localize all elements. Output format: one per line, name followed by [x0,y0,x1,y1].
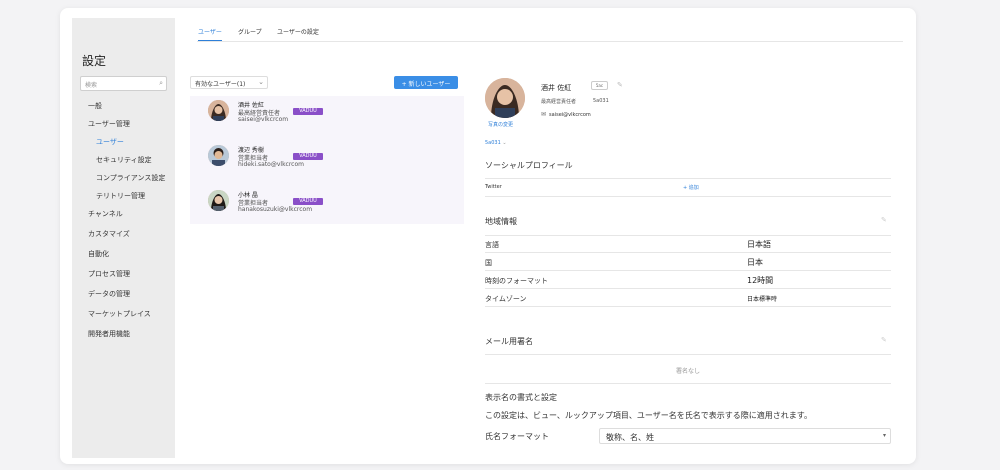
tab-user-settings[interactable]: ユーザーの設定 [277,27,319,36]
name-format-label: 氏名フォーマット [485,432,549,441]
divider [485,383,891,384]
new-user-button[interactable]: + 新しいユーザー [394,76,458,89]
detail-user-id: 5a031 [593,98,609,104]
locale-value-language: 日本語 [747,240,771,249]
sidebar-item-channels[interactable]: チャンネル [88,209,123,219]
edit-icon[interactable]: ✎ [881,336,887,344]
status-badge: VADUU [293,153,323,160]
settings-card: 設定 検索 ⌕ 一般 ユーザー管理 ユーザー セキュリティ設定 コンプライアンス… [60,8,916,464]
user-filter-dropdown[interactable]: 有効なユーザー(1) ⌄ [190,76,268,89]
signature-title: メール用署名 [485,337,533,346]
sidebar-item-territory[interactable]: テリトリー管理 [96,191,145,201]
user-detail-panel: 写真の変更 酒井 佐紅 5ac ✎ 最高経営責任者 5a031 ✉ saisei@… [485,78,905,458]
avatar[interactable] [485,78,525,118]
user-email: hideki.sato@vlkcrcom [238,161,304,168]
edit-icon[interactable]: ✎ [881,216,887,224]
filter-label: 有効なユーザー(1) [195,81,246,88]
tab-groups[interactable]: グループ [238,27,262,36]
sidebar-item-general[interactable]: 一般 [88,101,102,111]
user-list: 酒井 佐紅 最高経営責任者 VADUU saisei@vlkcrcom 渡辺 秀… [190,96,464,224]
search-placeholder: 検索 [85,82,98,89]
name-format-description: この設定は、ビュー、ルックアップ項目、ユーザー名を氏名で表示する際に適用されます… [485,411,812,420]
sidebar-item-users[interactable]: ユーザー [96,137,124,147]
social-profile-title: ソーシャルプロフィール [485,161,573,170]
sidebar-item-marketplace[interactable]: マーケットプレイス [88,309,151,319]
search-icon: ⌕ [159,79,163,87]
divider [485,252,891,253]
mail-icon: ✉ [541,111,547,118]
avatar [208,145,229,166]
sidebar-item-data[interactable]: データの管理 [88,289,130,299]
chevron-down-icon: ⌄ [258,78,264,86]
name-format-title: 表示名の書式と設定 [485,393,557,402]
status-badge: VADUU [293,108,323,115]
divider [485,288,891,289]
divider [485,306,891,307]
user-row[interactable]: 小林 晶 営業担当者 VADUU hanakosuzuki@vlkcrcom [190,186,464,228]
divider [485,270,891,271]
locale-value-time-format: 12時間 [747,276,774,285]
name-format-value: 敬称、名、姓 [606,433,654,442]
detail-dropdown[interactable]: 5a031 ⌄ [485,140,507,146]
sidebar-item-customize[interactable]: カスタマイズ [88,229,130,239]
user-email: saisei@vlkcrcom [238,116,289,123]
sidebar-item-security[interactable]: セキュリティ設定 [96,155,152,165]
sidebar-item-process[interactable]: プロセス管理 [88,269,130,279]
locale-title: 地域情報 [485,217,517,226]
user-email: hanakosuzuki@vlkcrcom [238,206,313,213]
user-chip: 5ac [591,81,608,90]
detail-user-name: 酒井 佐紅 [541,84,572,92]
locale-value-country: 日本 [747,258,763,267]
avatar [208,100,229,121]
change-photo-link[interactable]: 写真の変更 [488,121,513,128]
chevron-down-icon: ⌄ [502,140,507,146]
social-add-link[interactable]: + 追加 [683,184,699,191]
locale-value-timezone: 日本標準時 [747,296,778,303]
user-row[interactable]: 渡辺 秀樹 営業担当者 VADUU hideki.sato@vlkcrcom [190,141,464,183]
social-label: Twitter [485,184,502,190]
sidebar-item-compliance[interactable]: コンプライアンス設定 [96,173,165,183]
avatar [208,190,229,211]
status-badge: VADUU [293,198,323,205]
divider [485,196,891,197]
sidebar: 設定 検索 ⌕ 一般 ユーザー管理 ユーザー セキュリティ設定 コンプライアンス… [72,18,175,458]
sidebar-item-user-management[interactable]: ユーザー管理 [88,119,130,129]
tab-bar: ユーザー グループ ユーザーの設定 [197,24,903,42]
locale-label-language: 言語 [485,241,499,249]
no-signature-text: 署名なし [675,368,700,375]
tab-users[interactable]: ユーザー [198,27,222,41]
locale-label-time-format: 時刻のフォーマット [485,277,548,285]
search-input[interactable]: 検索 ⌕ [80,76,167,91]
user-row[interactable]: 酒井 佐紅 最高経営責任者 VADUU saisei@vlkcrcom [190,96,464,138]
sidebar-item-automation[interactable]: 自動化 [88,249,109,259]
edit-icon[interactable]: ✎ [617,81,623,89]
name-format-select[interactable]: 敬称、名、姓 ▾ [599,428,891,444]
divider [485,235,891,236]
detail-dropdown-value: 5a031 [485,140,501,146]
locale-label-timezone: タイムゾーン [485,295,527,303]
sidebar-item-developer[interactable]: 開発者用機能 [88,329,130,339]
detail-user-email: ✉ saisei@vlkcrcom [541,111,591,118]
sidebar-title: 設定 [82,54,107,68]
detail-user-role: 最高経営責任者 [541,99,577,105]
chevron-down-icon: ▾ [882,432,886,439]
detail-email-text: saisei@vlkcrcom [549,112,591,118]
divider [485,354,891,355]
divider [485,178,891,179]
locale-label-country: 国 [485,259,492,267]
